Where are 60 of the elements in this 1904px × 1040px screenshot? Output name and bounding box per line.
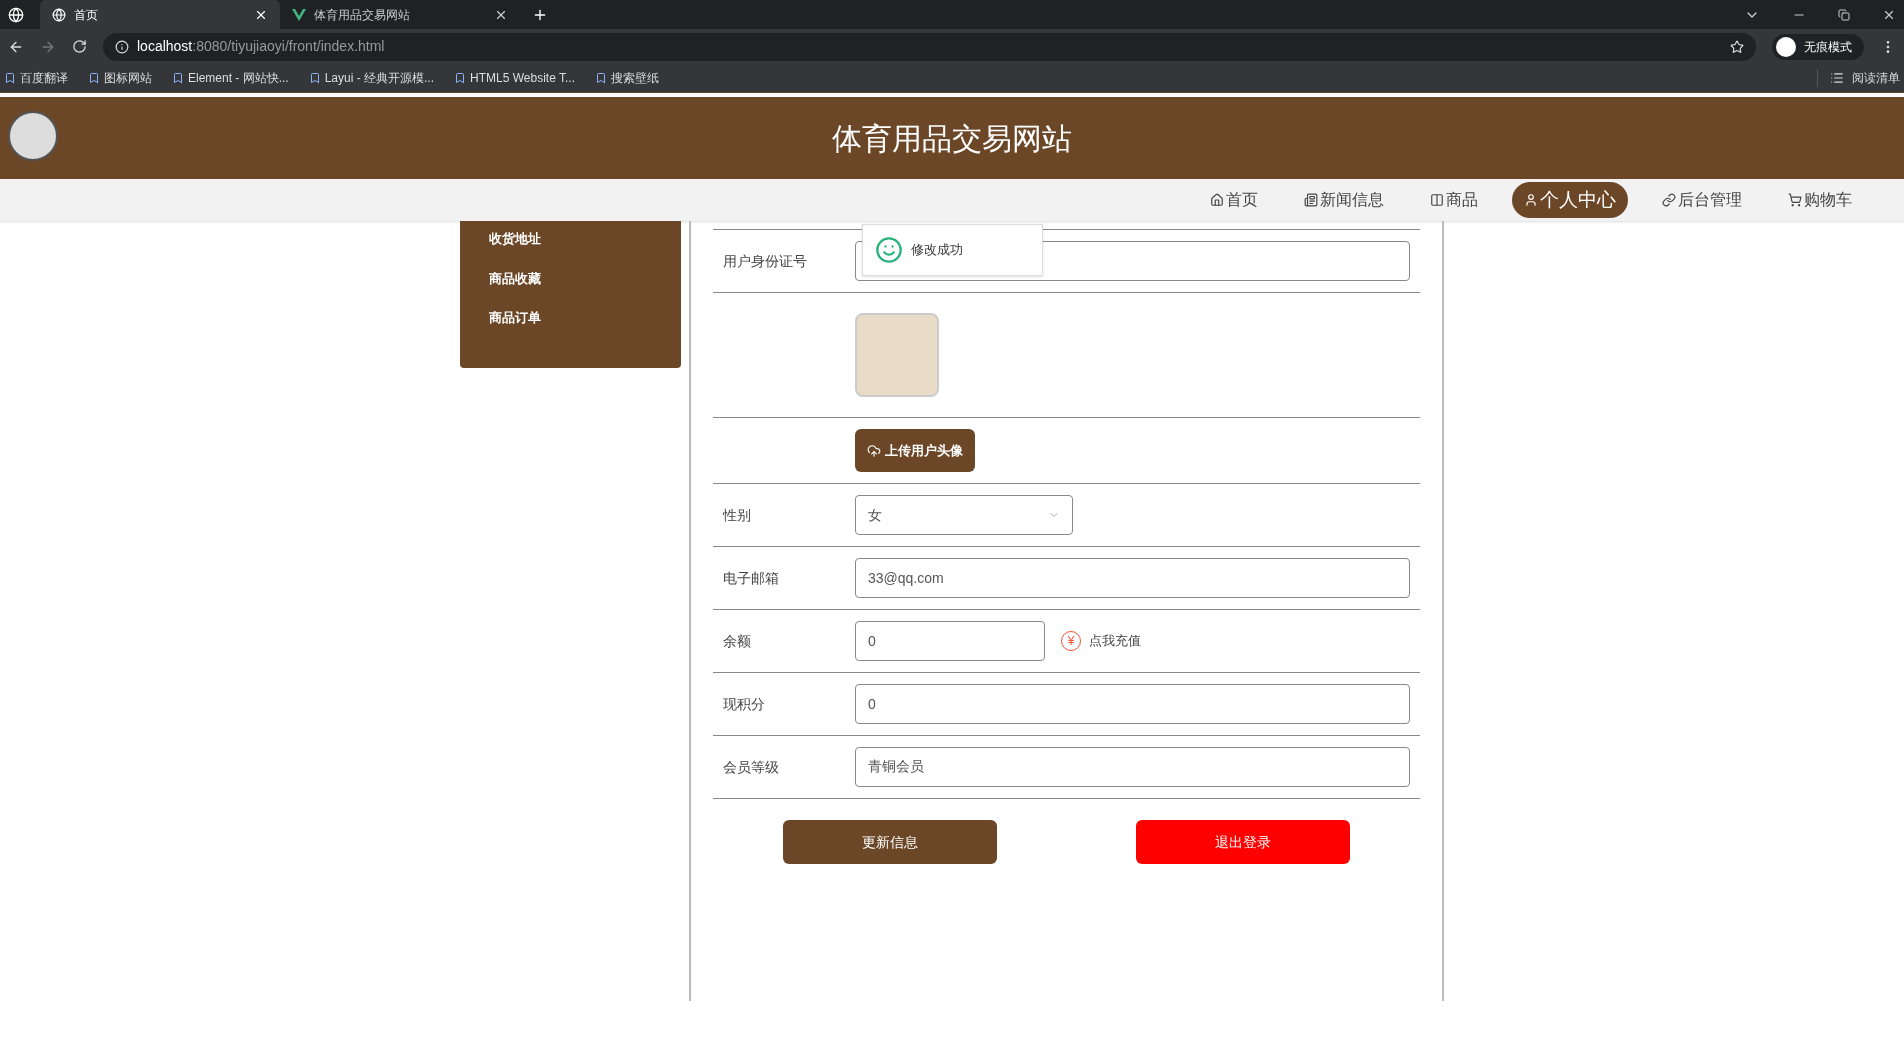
cart-icon bbox=[1788, 193, 1802, 207]
reading-list-button[interactable]: 阅读清单 bbox=[1817, 69, 1900, 87]
field-label: 余额 bbox=[723, 631, 752, 651]
bookmark-item[interactable]: 百度翻译 bbox=[4, 69, 68, 87]
text-field[interactable]: 青铜会员 bbox=[855, 747, 1410, 787]
columns-icon bbox=[1430, 193, 1444, 207]
site-title: 体育用品交易网站 bbox=[832, 120, 1072, 157]
field-label: 现积分 bbox=[723, 694, 766, 714]
field-label: 性别 bbox=[723, 505, 752, 525]
bookmark-icon bbox=[172, 72, 184, 84]
upload-avatar-button[interactable]: 上传用户头像 bbox=[855, 429, 975, 472]
bookmark-item[interactable]: HTML5 Website T... bbox=[454, 69, 575, 87]
address-bar[interactable]: localhost:8080/tiyujiaoyi/front/index.html bbox=[103, 32, 1756, 61]
nav-link[interactable]: 购物车 bbox=[1776, 182, 1864, 218]
nav-link[interactable]: 个人中心 bbox=[1512, 182, 1628, 218]
balance-field[interactable]: 0 bbox=[855, 621, 1045, 661]
news-icon bbox=[1304, 193, 1318, 207]
bookmark-item[interactable]: 图标网站 bbox=[88, 69, 152, 87]
info-icon bbox=[115, 39, 129, 54]
recharge-link[interactable]: 点我充值 bbox=[1089, 631, 1141, 651]
restore-icon[interactable] bbox=[1838, 8, 1850, 21]
bookmark-icon bbox=[454, 72, 467, 84]
profile-button[interactable]: 无痕模式 bbox=[1772, 33, 1864, 60]
text-field[interactable]: 0 bbox=[855, 684, 1410, 724]
nav-link[interactable]: 新闻信息 bbox=[1292, 182, 1396, 218]
url-text: localhost:8080/tiyujiaoyi/front/index.html bbox=[137, 37, 385, 56]
bookmark-icon bbox=[4, 72, 16, 84]
sidebar-item[interactable]: 商品收藏 bbox=[489, 268, 681, 288]
nav-link[interactable]: 商品 bbox=[1418, 182, 1490, 218]
update-info-button[interactable]: 更新信息 bbox=[782, 820, 997, 864]
browser-tab[interactable]: 体育用品交易网站 bbox=[280, 0, 520, 29]
user-icon bbox=[1524, 193, 1538, 207]
bookmark-icon bbox=[88, 72, 100, 84]
field-label: 电子邮箱 bbox=[723, 568, 780, 588]
bookmark-item[interactable]: Layui - 经典开源模... bbox=[308, 69, 435, 87]
v-logo-icon bbox=[292, 8, 306, 21]
browser-tab[interactable]: 首页 bbox=[40, 0, 280, 29]
bookmark-icon bbox=[308, 72, 321, 84]
reload-icon[interactable] bbox=[72, 39, 87, 54]
link-icon bbox=[1662, 193, 1676, 207]
gender-select[interactable]: 女 bbox=[855, 495, 1073, 535]
nav-link[interactable]: 首页 bbox=[1198, 182, 1270, 218]
browser-icon bbox=[8, 6, 24, 23]
bookmark-star-icon[interactable] bbox=[1730, 39, 1744, 54]
smile-icon bbox=[875, 236, 903, 264]
sidebar-item[interactable]: 商品订单 bbox=[489, 308, 681, 328]
logout-button[interactable]: 退出登录 bbox=[1136, 820, 1351, 864]
sidebar-item[interactable]: 收货地址 bbox=[489, 229, 681, 249]
list-icon bbox=[1830, 71, 1844, 85]
toast-message: 修改成功 bbox=[911, 241, 963, 260]
bookmark-icon bbox=[595, 72, 607, 84]
field-label: 会员等级 bbox=[723, 757, 780, 777]
field-label: 用户身份证号 bbox=[723, 251, 808, 271]
text-field[interactable]: 33@qq.com bbox=[855, 558, 1410, 598]
home-icon bbox=[1210, 193, 1224, 207]
bookmark-item[interactable]: Element - 网站快... bbox=[172, 69, 289, 87]
nav-link[interactable]: 后台管理 bbox=[1650, 182, 1754, 218]
bookmark-item[interactable]: 搜索壁纸 bbox=[595, 69, 659, 87]
cloud-upload-icon bbox=[867, 443, 881, 458]
globe-icon bbox=[52, 7, 66, 22]
